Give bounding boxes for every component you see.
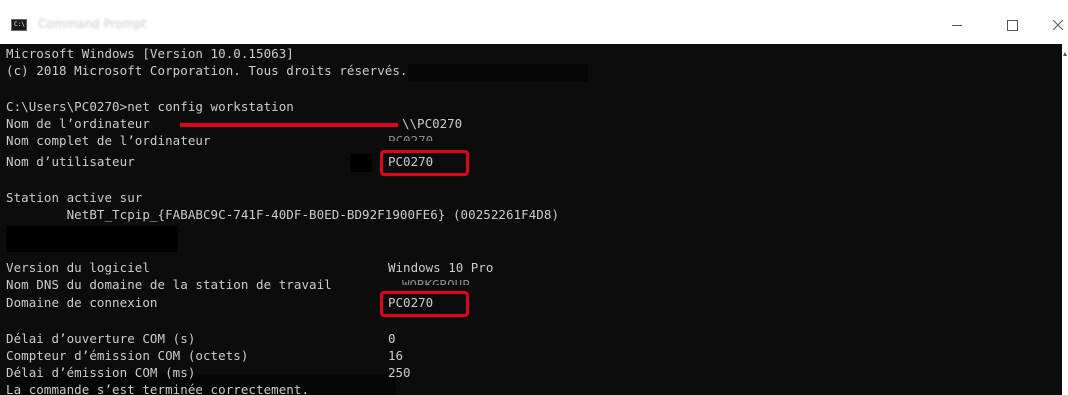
logon-domain-label: Domaine de connexion — [6, 295, 158, 310]
station-label: Station active sur — [6, 190, 143, 205]
logon-domain-highlight-box — [380, 291, 469, 317]
scroll-up-arrow-icon[interactable] — [1063, 52, 1067, 56]
dns-domain-label: Nom DNS du domaine de la station de trav… — [6, 277, 332, 292]
com-send-timeout-value: 250 — [388, 365, 411, 380]
minimize-icon — [952, 25, 962, 26]
full-computer-name-value: PC0270 — [388, 133, 434, 141]
com-open-timeout-value: 0 — [388, 331, 396, 346]
computer-name-value: \\PC0270 — [402, 116, 463, 131]
minimize-button[interactable] — [934, 12, 980, 44]
completion-line: La commande s’est terminée correctement. — [6, 382, 310, 395]
redaction-underline — [180, 123, 398, 127]
username-label: Nom d’utilisateur — [6, 154, 135, 169]
full-computer-name-label: Nom complet de l’ordinateur — [6, 133, 211, 148]
redaction-block — [350, 154, 372, 172]
software-version-label: Version du logiciel — [6, 260, 150, 275]
cmd-icon: C:\ — [11, 19, 27, 31]
header-copyright-line: (c) 2018 Microsoft Corporation. Tous dro… — [6, 63, 408, 78]
window-title: Command Prompt — [38, 17, 147, 31]
title-bar[interactable]: C:\ Command Prompt — [0, 0, 1068, 44]
console-output[interactable]: Microsoft Windows [Version 10.0.15063] (… — [0, 44, 1062, 395]
com-send-count-label: Compteur d’émission COM (octets) — [6, 348, 249, 363]
maximize-button[interactable] — [989, 12, 1035, 44]
close-button[interactable] — [1035, 12, 1068, 44]
computer-name-label: Nom de l’ordinateur — [6, 116, 150, 131]
com-send-timeout-label: Délai d’émission COM (ms) — [6, 365, 196, 380]
console-scrollbar[interactable] — [1062, 44, 1068, 395]
header-version-line: Microsoft Windows [Version 10.0.15063] — [6, 46, 294, 61]
close-icon — [1053, 20, 1064, 31]
maximize-icon — [1007, 20, 1018, 31]
software-version-value: Windows 10 Pro — [388, 260, 494, 275]
command-prompt-window: C:\ Command Prompt Microsoft Windows [Ve… — [0, 0, 1068, 395]
redaction-block — [408, 64, 588, 82]
station-value: NetBT_Tcpip_{FABABC9C-741F-40DF-B0ED-BD9… — [6, 207, 560, 222]
redaction-block — [6, 226, 178, 252]
com-open-timeout-label: Délai d’ouverture COM (s) — [6, 331, 196, 346]
prompt-line: C:\Users\PC0270>net config workstation — [6, 99, 294, 114]
com-send-count-value: 16 — [388, 348, 404, 363]
dns-domain-value: WORKGROUP — [402, 277, 470, 285]
username-highlight-box — [380, 150, 469, 176]
